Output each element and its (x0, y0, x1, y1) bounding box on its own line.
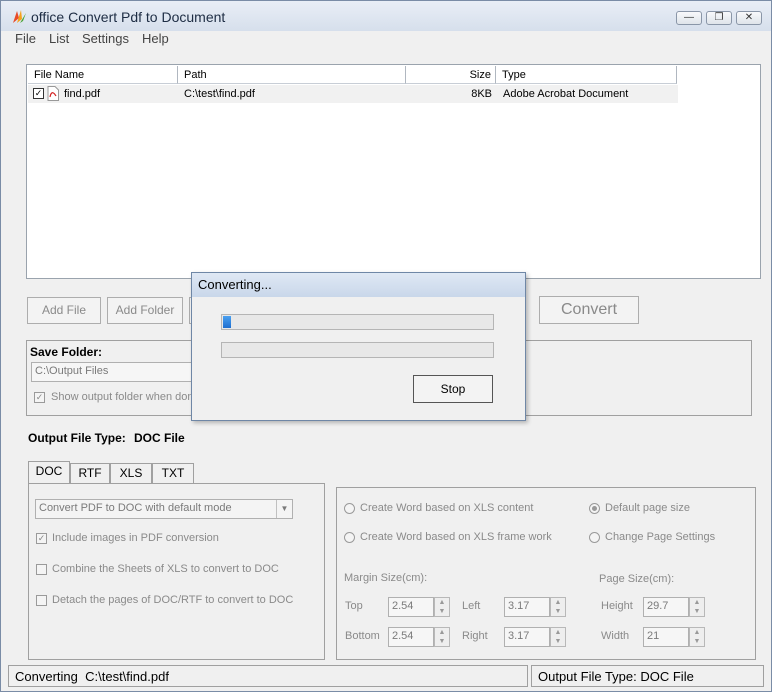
default-page-size-radio[interactable] (589, 503, 600, 514)
spin-down-icon[interactable]: ▼ (551, 607, 565, 616)
xls-content-radio[interactable] (344, 503, 355, 514)
main-window: office Convert Pdf to Document — ❐ ✕ Fil… (0, 0, 772, 692)
row-file-name: find.pdf (64, 88, 101, 100)
menu-file[interactable]: File (15, 31, 36, 46)
close-button[interactable]: ✕ (736, 11, 762, 25)
height-spinner[interactable]: ▲ ▼ (689, 597, 705, 617)
left-spinner[interactable]: ▲ ▼ (550, 597, 566, 617)
mode-select[interactable]: Convert PDF to DOC with default mode ▼ (35, 499, 293, 519)
left-input[interactable]: 3.17 (504, 597, 550, 617)
status-converting-label: Converting (15, 669, 78, 684)
include-images-label: Include images in PDF conversion (52, 532, 219, 544)
output-type-value: DOC File (134, 431, 185, 445)
progress-bar-primary (221, 314, 494, 330)
spin-up-icon[interactable]: ▲ (551, 628, 565, 637)
stop-button[interactable]: Stop (413, 375, 493, 403)
detach-pages-label: Detach the pages of DOC/RTF to convert t… (52, 594, 294, 606)
add-file-button[interactable]: Add File (27, 297, 101, 324)
spin-up-icon[interactable]: ▲ (690, 628, 704, 637)
dialog-title[interactable]: Converting... (192, 273, 525, 297)
spin-up-icon[interactable]: ▲ (551, 598, 565, 607)
menu-bar: File List Settings Help (1, 31, 771, 49)
save-folder-label: Save Folder: (30, 345, 103, 359)
left-label: Left (462, 600, 481, 612)
row-checkbox[interactable]: ✓ (33, 88, 44, 99)
title-bar[interactable]: office Convert Pdf to Document — ❐ ✕ (1, 1, 771, 31)
bottom-spinner[interactable]: ▲ ▼ (434, 627, 450, 647)
save-folder-input[interactable]: C:\Output Files (31, 362, 193, 382)
combine-sheets-label: Combine the Sheets of XLS to convert to … (52, 563, 279, 575)
pdf-file-icon (47, 86, 59, 101)
converting-dialog: Converting... Stop (191, 272, 526, 421)
width-spinner[interactable]: ▲ ▼ (689, 627, 705, 647)
xls-frame-radio[interactable] (344, 532, 355, 543)
change-page-settings-label: Change Page Settings (605, 531, 716, 543)
status-bar: Converting C:\test\find.pdf Output File … (1, 663, 771, 691)
status-converting: Converting C:\test\find.pdf (8, 665, 528, 687)
xls-frame-label: Create Word based on XLS frame work (360, 531, 552, 543)
right-input[interactable]: 3.17 (504, 627, 550, 647)
change-page-settings-radio[interactable] (589, 532, 600, 543)
width-input[interactable]: 21 (643, 627, 689, 647)
default-page-size-label: Default page size (605, 502, 690, 514)
table-row[interactable]: ✓ find.pdf C:\test\find.pdf 8KB Adobe Ac… (28, 85, 678, 103)
height-input[interactable]: 29.7 (643, 597, 689, 617)
spin-down-icon[interactable]: ▼ (435, 637, 449, 646)
right-label: Right (462, 630, 488, 642)
show-folder-label: Show output folder when don (51, 391, 194, 403)
add-folder-button[interactable]: Add Folder (107, 297, 183, 324)
mode-select-value: Convert PDF to DOC with default mode (39, 502, 232, 514)
spin-down-icon[interactable]: ▼ (690, 637, 704, 646)
tab-rtf[interactable]: RTF (70, 463, 110, 483)
top-input[interactable]: 2.54 (388, 597, 434, 617)
chevron-down-icon[interactable]: ▼ (276, 500, 292, 518)
row-type: Adobe Acrobat Document (503, 88, 629, 100)
combine-sheets-checkbox[interactable] (36, 564, 47, 575)
window-title: office Convert Pdf to Document (31, 9, 226, 25)
status-output-type: Output File Type: DOC File (531, 665, 764, 687)
column-header-file-name[interactable]: File Name (28, 66, 178, 84)
spin-up-icon[interactable]: ▲ (690, 598, 704, 607)
right-spinner[interactable]: ▲ ▼ (550, 627, 566, 647)
page-size-label: Page Size(cm): (599, 573, 675, 585)
file-list[interactable]: File Name Path Size Type ✓ find.pdf C:\t… (26, 64, 761, 279)
spin-up-icon[interactable]: ▲ (435, 598, 449, 607)
bottom-label: Bottom (345, 630, 380, 642)
app-logo-icon (11, 9, 27, 25)
bottom-input[interactable]: 2.54 (388, 627, 434, 647)
show-folder-checkbox[interactable]: ✓ (34, 392, 45, 403)
tab-xls[interactable]: XLS (110, 463, 152, 483)
output-type-label: Output File Type: (28, 431, 126, 445)
convert-button[interactable]: Convert (539, 296, 639, 324)
menu-help[interactable]: Help (142, 31, 169, 46)
progress-fill-primary (223, 316, 231, 328)
top-spinner[interactable]: ▲ ▼ (434, 597, 450, 617)
tab-doc[interactable]: DOC (28, 461, 70, 484)
column-header-type[interactable]: Type (496, 66, 677, 84)
menu-settings[interactable]: Settings (82, 31, 129, 46)
include-images-checkbox[interactable]: ✓ (36, 533, 47, 544)
margin-size-label: Margin Size(cm): (344, 572, 428, 584)
detach-pages-checkbox[interactable] (36, 595, 47, 606)
restore-button[interactable]: ❐ (706, 11, 732, 25)
menu-list[interactable]: List (49, 31, 69, 46)
width-label: Width (601, 630, 630, 642)
spin-down-icon[interactable]: ▼ (690, 607, 704, 616)
spin-down-icon[interactable]: ▼ (551, 637, 565, 646)
row-size: 8KB (471, 88, 492, 100)
height-label: Height (601, 600, 633, 612)
xls-content-label: Create Word based on XLS content (360, 502, 534, 514)
spin-down-icon[interactable]: ▼ (435, 607, 449, 616)
status-converting-file: C:\test\find.pdf (85, 669, 169, 684)
column-header-size[interactable]: Size (406, 66, 496, 84)
progress-bar-secondary (221, 342, 494, 358)
spin-up-icon[interactable]: ▲ (435, 628, 449, 637)
tab-txt[interactable]: TXT (152, 463, 194, 483)
column-header-path[interactable]: Path (178, 66, 406, 84)
minimize-button[interactable]: — (676, 11, 702, 25)
top-label: Top (345, 600, 363, 612)
row-path: C:\test\find.pdf (184, 88, 255, 100)
